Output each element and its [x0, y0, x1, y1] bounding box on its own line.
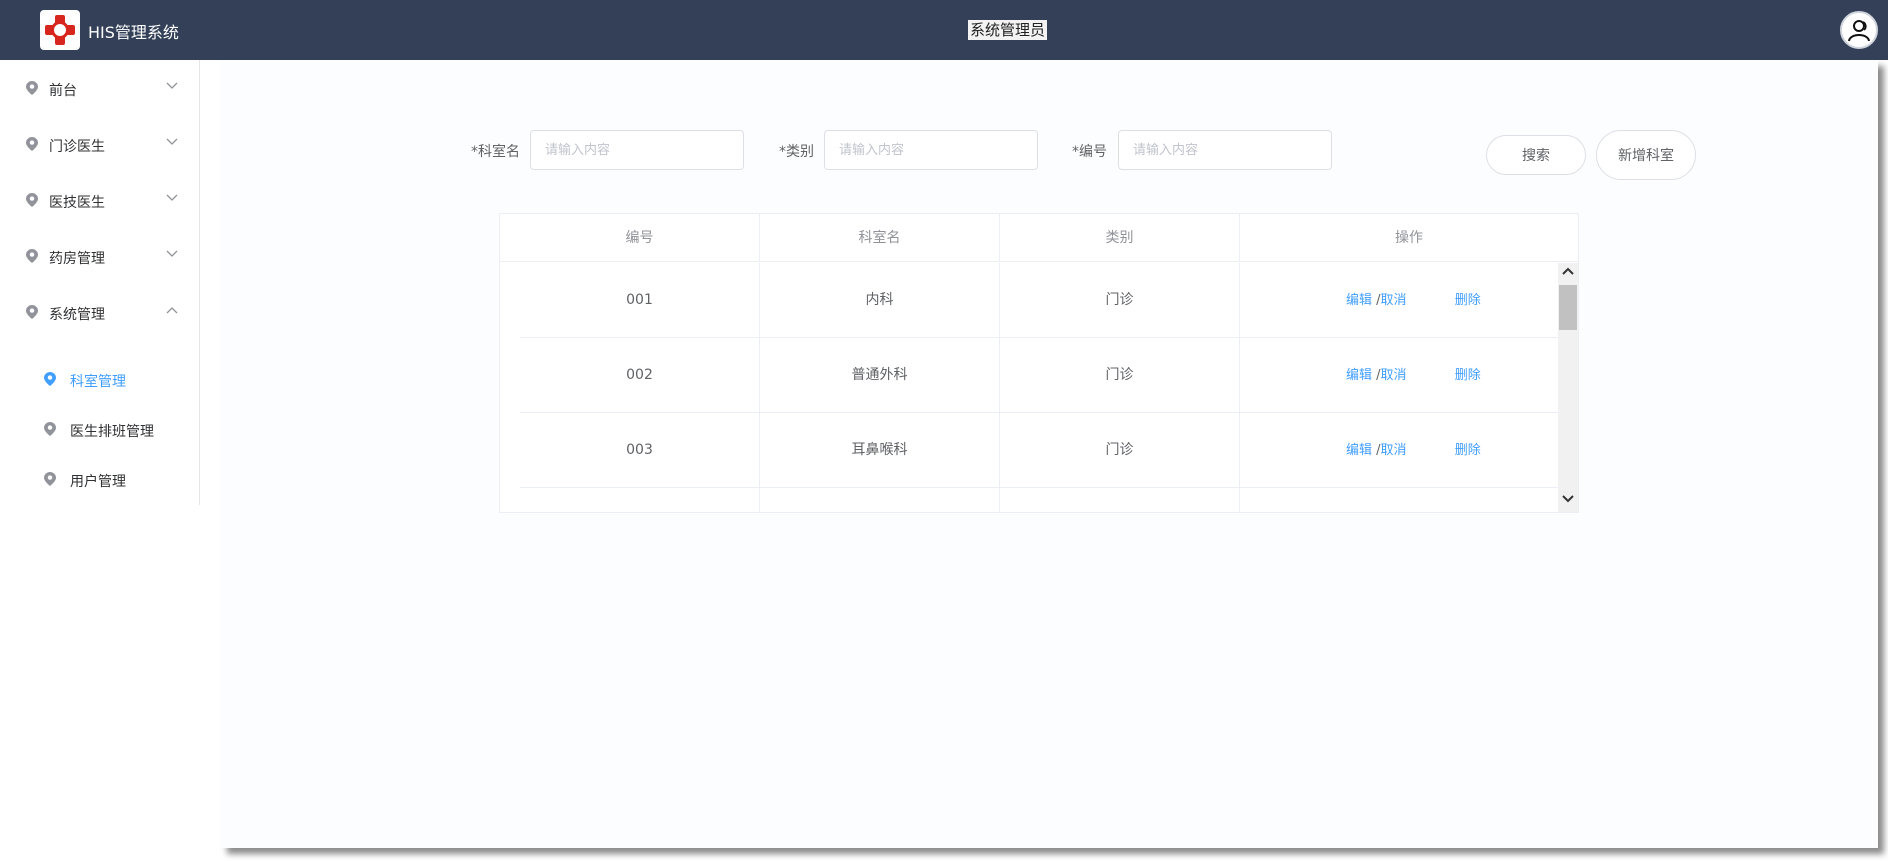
- cell-empty: [520, 488, 760, 512]
- department-table: 编号 科室名 类别 操作 001 内科 门诊 编辑 /取消 删除 002 普通外…: [499, 213, 1579, 513]
- user-role-label: 系统管理员: [968, 20, 1048, 40]
- sidebar-item-system-admin[interactable]: 系统管理: [0, 284, 199, 340]
- row-actions: 编辑 /取消 删除: [1346, 413, 1481, 488]
- sidebar-item-pharmacy[interactable]: 药房管理: [0, 228, 199, 284]
- edit-link[interactable]: 编辑: [1346, 443, 1372, 458]
- dept-name-input[interactable]: [530, 130, 744, 170]
- sidebar-item-medical-tech-doctor[interactable]: 医技医生: [0, 172, 199, 228]
- chevron-up-icon: [166, 307, 178, 314]
- table-row: 003 耳鼻喉科 门诊 编辑 /取消 删除: [520, 413, 1558, 488]
- edit-link[interactable]: 编辑: [1346, 293, 1372, 308]
- table-row: 002 普通外科 门诊 编辑 /取消 删除: [520, 338, 1558, 413]
- scrollbar-thumb[interactable]: [1559, 285, 1577, 330]
- code-label: *编号: [1072, 144, 1107, 160]
- location-pin-icon: [44, 472, 56, 486]
- column-header-actions: 操作: [1395, 230, 1423, 246]
- location-pin-icon: [26, 193, 38, 207]
- chevron-down-icon: [166, 82, 178, 89]
- search-button[interactable]: 搜索: [1486, 135, 1586, 175]
- chevron-down-icon: [166, 250, 178, 257]
- cell-category: 门诊: [1000, 338, 1240, 413]
- column-header-dept-name: 科室名: [760, 214, 1000, 262]
- cell-code: 002: [520, 338, 760, 413]
- submenu-item-doctor-schedule[interactable]: 医生排班管理: [0, 404, 199, 454]
- location-pin-icon: [26, 249, 38, 263]
- location-pin-icon: [26, 137, 38, 151]
- cell-code: 001: [520, 263, 760, 338]
- table-row: [520, 488, 1558, 512]
- cell-dept-name: 普通外科: [760, 338, 1000, 413]
- sidebar-item-label: 药房管理: [49, 251, 105, 267]
- submenu-item-user-management[interactable]: 用户管理: [0, 454, 199, 504]
- cell-dept-name: 耳鼻喉科: [760, 413, 1000, 488]
- sidebar-item-label: 医技医生: [49, 195, 105, 211]
- user-avatar-icon[interactable]: [1840, 11, 1878, 49]
- cancel-link[interactable]: 取消: [1381, 368, 1407, 383]
- chevron-down-icon: [166, 138, 178, 145]
- cancel-link[interactable]: 取消: [1381, 293, 1407, 308]
- category-input[interactable]: [824, 130, 1038, 170]
- cancel-link[interactable]: 取消: [1381, 443, 1407, 458]
- table-body: 001 内科 门诊 编辑 /取消 删除 002 普通外科 门诊 编辑 /取消 删…: [500, 263, 1578, 512]
- location-pin-icon: [44, 372, 56, 386]
- column-header-code: 编号: [520, 214, 760, 262]
- submenu-item-label: 用户管理: [70, 474, 126, 490]
- cell-category: 门诊: [1000, 413, 1240, 488]
- submenu-item-dept-management[interactable]: 科室管理: [0, 354, 199, 404]
- sidebar-item-front-desk[interactable]: 前台: [0, 60, 199, 116]
- code-input[interactable]: [1118, 130, 1332, 170]
- table-row: 001 内科 门诊 编辑 /取消 删除: [520, 263, 1558, 338]
- sidebar-item-label: 前台: [49, 83, 77, 99]
- cell-empty: [760, 488, 1000, 512]
- cell-category: 门诊: [1000, 263, 1240, 338]
- scroll-up-arrow-icon[interactable]: [1562, 267, 1574, 275]
- cell-code: 003: [520, 413, 760, 488]
- delete-link[interactable]: 删除: [1455, 443, 1481, 458]
- category-label: *类别: [779, 144, 814, 160]
- sidebar-item-label: 系统管理: [49, 307, 105, 323]
- app-title: HIS管理系统: [88, 23, 179, 42]
- table-header: 编号 科室名 类别 操作: [500, 214, 1578, 262]
- chevron-down-icon: [166, 194, 178, 201]
- sidebar: 前台 门诊医生 医技医生 药房管理 系统管理 科室管理 医生排班管理 用户管理: [0, 60, 200, 505]
- submenu-item-label: 科室管理: [70, 374, 126, 390]
- location-pin-icon: [44, 422, 56, 436]
- add-department-button[interactable]: 新增科室: [1596, 130, 1696, 180]
- scroll-down-arrow-icon[interactable]: [1562, 495, 1574, 503]
- location-pin-icon: [26, 81, 38, 95]
- sidebar-item-outpatient-doctor[interactable]: 门诊医生: [0, 116, 199, 172]
- sidebar-item-label: 门诊医生: [49, 139, 105, 155]
- cell-dept-name: 内科: [760, 263, 1000, 338]
- row-actions: 编辑 /取消 删除: [1346, 338, 1481, 413]
- hospital-logo-icon: [40, 10, 80, 50]
- delete-link[interactable]: 删除: [1455, 293, 1481, 308]
- submenu-item-label: 医生排班管理: [70, 424, 154, 440]
- cell-empty: [1000, 488, 1240, 512]
- top-header: HIS管理系统 系统管理员: [0, 0, 1888, 60]
- edit-link[interactable]: 编辑: [1346, 368, 1372, 383]
- column-header-category: 类别: [1000, 214, 1240, 262]
- dept-name-label: *科室名: [471, 144, 520, 160]
- delete-link[interactable]: 删除: [1455, 368, 1481, 383]
- table-scrollbar[interactable]: [1558, 263, 1578, 512]
- location-pin-icon: [26, 305, 38, 319]
- row-actions: 编辑 /取消 删除: [1346, 263, 1481, 338]
